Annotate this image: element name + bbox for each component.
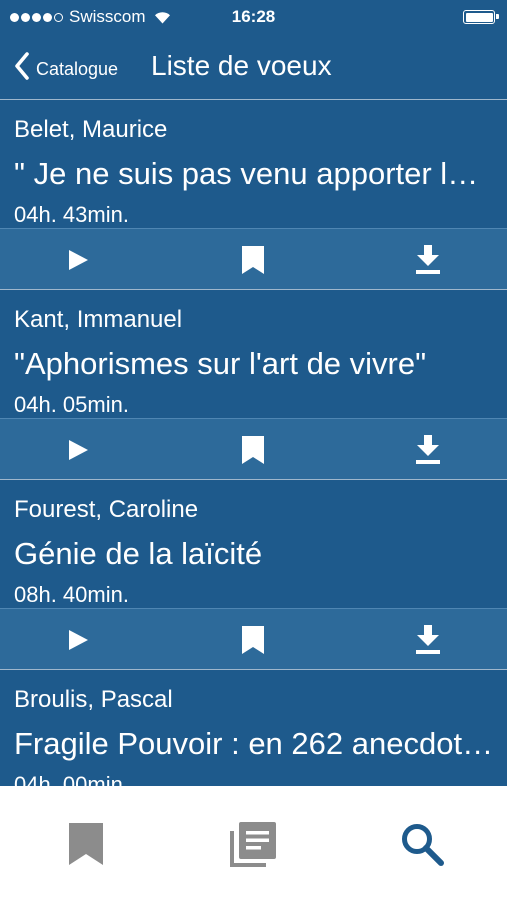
wishlist: Belet, Maurice " Je ne suis pas venu app… [0,100,507,860]
status-bar: Swisscom 16:28 [0,0,507,34]
tab-bookmarks[interactable] [58,816,114,872]
bookmark-button[interactable] [236,243,270,277]
list-item[interactable]: Belet, Maurice " Je ne suis pas venu app… [0,100,507,290]
play-icon [69,440,88,460]
back-button-label: Catalogue [36,58,119,79]
bookmark-icon [242,436,264,464]
status-time: 16:28 [231,7,276,26]
battery-icon [463,10,499,24]
book-title: " Je ne suis pas venu apporter la paix, … [14,156,494,191]
item-actions [0,608,507,670]
book-title: Fragile Pouvoir : en 262 anecdotes [14,726,494,761]
tab-search[interactable] [394,816,450,872]
book-author: Broulis, Pascal [14,686,173,713]
bookmark-icon [242,626,264,654]
search-icon [402,824,444,866]
library-icon [230,822,276,867]
book-duration: 04h. 05min. [14,392,129,417]
book-duration: 04h. 43min. [14,202,129,227]
book-title: "Aphorismes sur l'art de vivre" [14,346,427,381]
item-actions [0,418,507,480]
play-icon [69,250,88,270]
navigation-bar: Catalogue Liste de voeux [0,34,507,100]
play-button[interactable] [61,243,95,277]
download-button[interactable] [411,433,445,467]
list-item[interactable]: Fourest, Caroline Génie de la laïcité 08… [0,480,507,670]
book-duration: 08h. 40min. [14,582,129,607]
download-button[interactable] [411,623,445,657]
chevron-left-icon [15,52,29,80]
bookmark-icon [242,246,264,274]
page-title: Liste de voeux [151,50,332,81]
play-icon [69,630,88,650]
book-author: Kant, Immanuel [14,306,183,333]
item-actions [0,228,507,290]
list-item[interactable]: Kant, Immanuel "Aphorismes sur l'art de … [0,290,507,480]
tab-bar [0,786,507,900]
bookmark-icon [69,823,103,865]
book-author: Fourest, Caroline [14,496,199,523]
back-button[interactable]: Catalogue [14,52,118,80]
download-icon [416,245,440,274]
play-button[interactable] [61,433,95,467]
book-author: Belet, Maurice [14,116,168,143]
book-title: Génie de la laïcité [14,536,263,571]
bookmark-button[interactable] [236,623,270,657]
download-button[interactable] [411,243,445,277]
play-button[interactable] [61,623,95,657]
download-icon [416,625,440,654]
tab-library[interactable] [226,816,282,872]
bookmark-button[interactable] [236,433,270,467]
download-icon [416,435,440,464]
